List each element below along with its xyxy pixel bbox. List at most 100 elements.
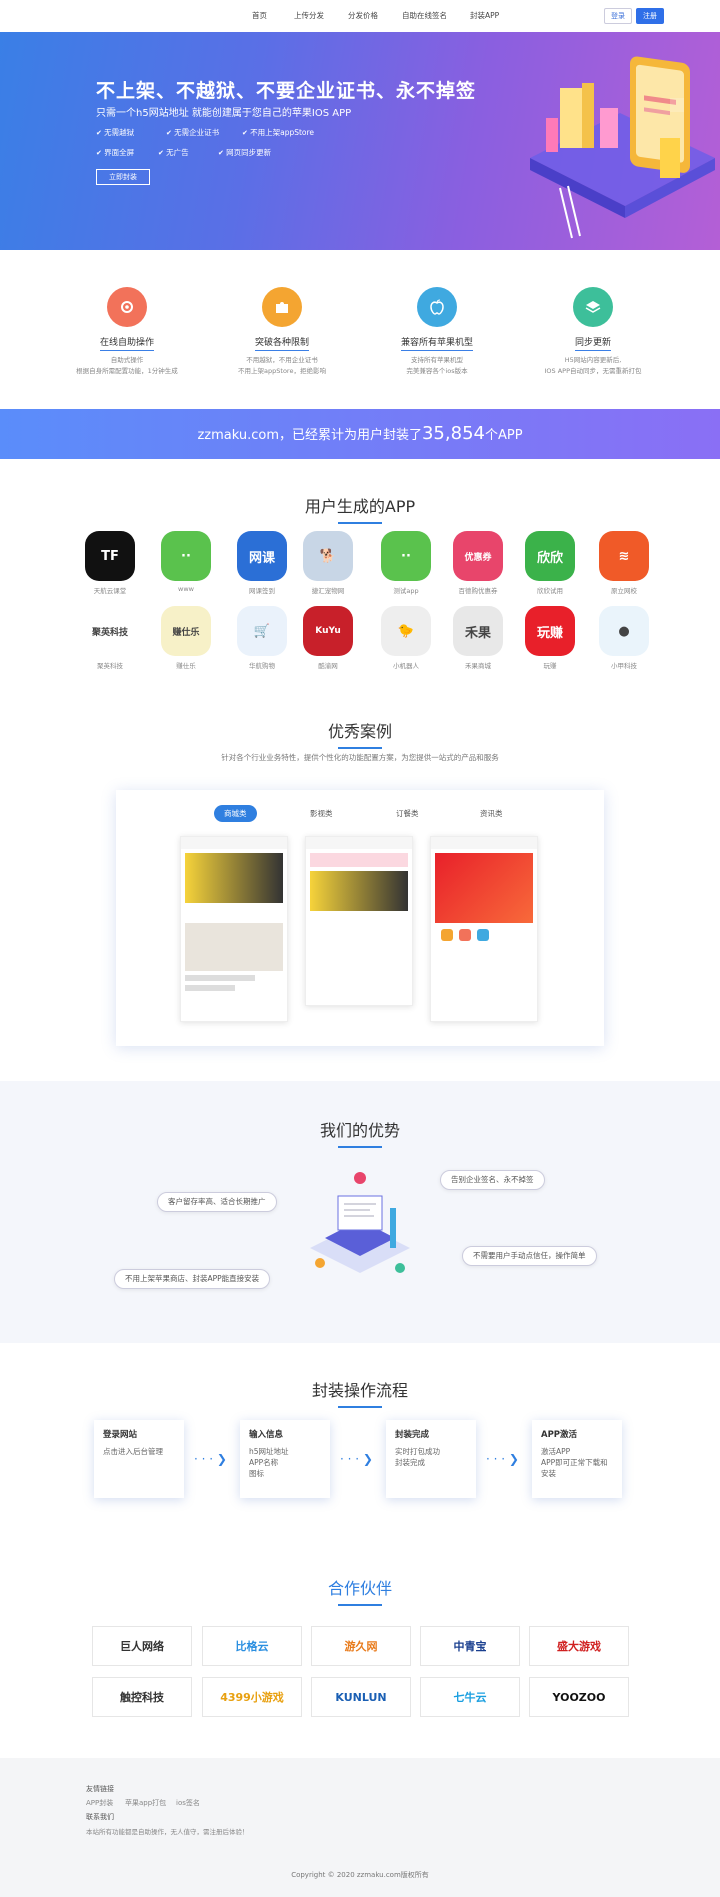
- app-name: 华航购物: [249, 662, 275, 670]
- hero-feature: 网页同步更新: [218, 147, 271, 158]
- arrow-right-icon: · · · ❯: [194, 1452, 227, 1466]
- footer-link[interactable]: 苹果app打包: [125, 1798, 166, 1808]
- app-item[interactable]: 玩赚 玩赚: [522, 606, 578, 670]
- app-icon: ≋: [599, 531, 649, 581]
- hero-isometric-illustration: [530, 56, 715, 239]
- case-screenshot-2: [305, 836, 413, 1006]
- app-icon: 禾果: [453, 606, 503, 656]
- process-step-line: 点击进入后台管理: [103, 1447, 163, 1456]
- nav-wrap-app[interactable]: 封装APP: [470, 10, 499, 21]
- app-icon: 玩赚: [525, 606, 575, 656]
- hero-feature: 无广告: [158, 147, 189, 158]
- app-item[interactable]: ·· www: [158, 531, 214, 593]
- tab-mall[interactable]: 商城类: [214, 805, 257, 822]
- partner-logo: 比格云: [202, 1626, 302, 1666]
- app-name: 百德购优惠券: [458, 587, 498, 595]
- app-icon: 🛒: [237, 606, 287, 656]
- feature-title: 兼容所有苹果机型: [400, 335, 473, 351]
- process-step-line: 激活APP: [541, 1447, 571, 1456]
- process-step-desc: 激活APP APP即可正常下载和安装: [541, 1446, 613, 1479]
- wrap-now-button[interactable]: 立即封装: [96, 169, 150, 185]
- app-name: 天航云课堂: [93, 587, 127, 595]
- app-item[interactable]: ≋ 原立网校: [596, 531, 652, 595]
- hero-feature: 界面全屏: [96, 147, 134, 158]
- process-step-desc: 实时打包成功 封装完成: [395, 1446, 467, 1468]
- app-name: 玩赚: [543, 662, 557, 670]
- arrow-right-icon: · · · ❯: [340, 1452, 373, 1466]
- app-item[interactable]: 赚仕乐 赚仕乐: [158, 606, 214, 670]
- process-step: 封装完成 实时打包成功 封装完成: [386, 1420, 476, 1498]
- app-icon: 🐕: [303, 531, 353, 581]
- nav-signing[interactable]: 自助在线签名: [402, 10, 447, 21]
- partner-logo: KUNLUN: [311, 1677, 411, 1717]
- friend-links-title: 友情链接: [86, 1785, 114, 1793]
- app-name: 测试app: [393, 587, 419, 595]
- hero-feature: 不用上架appStore: [242, 127, 314, 138]
- app-item[interactable]: KuYu 酷渝网: [300, 606, 356, 670]
- app-item[interactable]: 🐕 捷汇宠物网: [300, 531, 356, 595]
- process-step-line: 封装完成: [395, 1458, 425, 1467]
- process-step-line: h5网址地址: [249, 1447, 289, 1456]
- process-step: 输入信息 h5网址地址 APP名称 图标: [240, 1420, 330, 1498]
- nav-pricing[interactable]: 分发价格: [348, 10, 378, 21]
- app-icon: ··: [381, 531, 431, 581]
- app-icon: ●: [599, 606, 649, 656]
- tab-news[interactable]: 资讯类: [480, 808, 503, 819]
- advantage-pill: 不用上架苹果商店、封装APP能直接安装: [114, 1269, 271, 1289]
- app-item[interactable]: 优惠券 百德购优惠券: [450, 531, 506, 595]
- nav-home[interactable]: 首页: [252, 10, 267, 21]
- feature-compatibility: 兼容所有苹果机型 支持所有苹果机型 完美兼容各个ios版本: [377, 287, 497, 377]
- partner-logo: 4399小游戏: [202, 1677, 302, 1717]
- app-item[interactable]: 欣欣 欣欣试用: [522, 531, 578, 595]
- app-item[interactable]: 聚英科技 聚英科技: [82, 606, 138, 670]
- process-step-desc: 点击进入后台管理: [103, 1446, 175, 1457]
- footer: 友情链接 APP封装 苹果app打包 ios签名 联系我们 本站所有功能都是自助…: [0, 1758, 720, 1897]
- app-item[interactable]: 禾果 禾果商城: [450, 606, 506, 670]
- app-name: 小机器人: [393, 662, 419, 670]
- app-name: 小甲科技: [611, 662, 637, 670]
- footer-link[interactable]: ios签名: [176, 1798, 200, 1808]
- app-item[interactable]: TF 天航云课堂: [82, 531, 138, 595]
- feature-title: 在线自助操作: [99, 335, 154, 351]
- footer-link[interactable]: APP封装: [86, 1798, 113, 1808]
- partner-logo: 中青宝: [420, 1626, 520, 1666]
- apple-icon: [417, 287, 457, 327]
- cases-subtitle: 针对各个行业业务特性，提供个性化的功能配置方案，为您提供一站式的产品和服务: [221, 753, 499, 762]
- process-step-line: 实时打包成功: [395, 1447, 440, 1456]
- app-icon: 🐤: [381, 606, 431, 656]
- advantage-pill: 告别企业签名、永不掉签: [440, 1170, 545, 1190]
- case-screenshot-3: [430, 836, 538, 1022]
- partner-logo: 盛大游戏: [529, 1626, 629, 1666]
- top-navbar: 首页 上传分发 分发价格 自助在线签名 封装APP 登录 注册: [0, 0, 720, 32]
- stats-banner: zzmaku.com，已经累计为用户封装了35,854个APP: [0, 409, 720, 459]
- app-icon: 赚仕乐: [161, 606, 211, 656]
- login-button[interactable]: 登录: [604, 8, 632, 24]
- app-item[interactable]: ● 小甲科技: [596, 606, 652, 670]
- tab-video[interactable]: 影视类: [310, 808, 333, 819]
- app-name: 赚仕乐: [176, 662, 196, 670]
- app-item[interactable]: 🐤 小机器人: [378, 606, 434, 670]
- register-button[interactable]: 注册: [636, 8, 664, 24]
- app-item[interactable]: 网课 网课签到: [234, 531, 290, 595]
- copyright: Copyright © 2020 zzmaku.com版权所有: [291, 1871, 429, 1879]
- feature-online-self-service: 在线自助操作 自助式操作 根据自身所需配置功能，1分钟生成: [67, 287, 187, 377]
- process-step-title: 封装完成: [395, 1430, 430, 1440]
- feature-desc: 自助式操作 根据自身所需配置功能，1分钟生成: [76, 356, 178, 375]
- app-name: 原立网校: [611, 587, 637, 595]
- advantage-pill: 客户留存率高、适合长期推广: [157, 1192, 277, 1212]
- stats-count: 35,854: [421, 423, 485, 444]
- app-name: www: [178, 585, 194, 593]
- app-item[interactable]: ·· 测试app: [378, 531, 434, 595]
- partner-logo: 七牛云: [420, 1677, 520, 1717]
- app-icon: ··: [161, 531, 211, 581]
- nav-upload[interactable]: 上传分发: [294, 10, 324, 21]
- stats-prefix: zzmaku.com，已经累计为用户封装了: [197, 428, 422, 443]
- stats-suffix: 个APP: [484, 428, 523, 443]
- process-step-line: 图标: [249, 1469, 264, 1478]
- feature-title: 同步更新: [574, 335, 611, 351]
- tab-food[interactable]: 订餐类: [396, 808, 419, 819]
- app-item[interactable]: 🛒 华航购物: [234, 606, 290, 670]
- advantages-section-title: 我们的优势: [0, 1117, 720, 1148]
- case-screenshot-1: [180, 836, 288, 1022]
- partner-logo: YOOZOO: [529, 1677, 629, 1717]
